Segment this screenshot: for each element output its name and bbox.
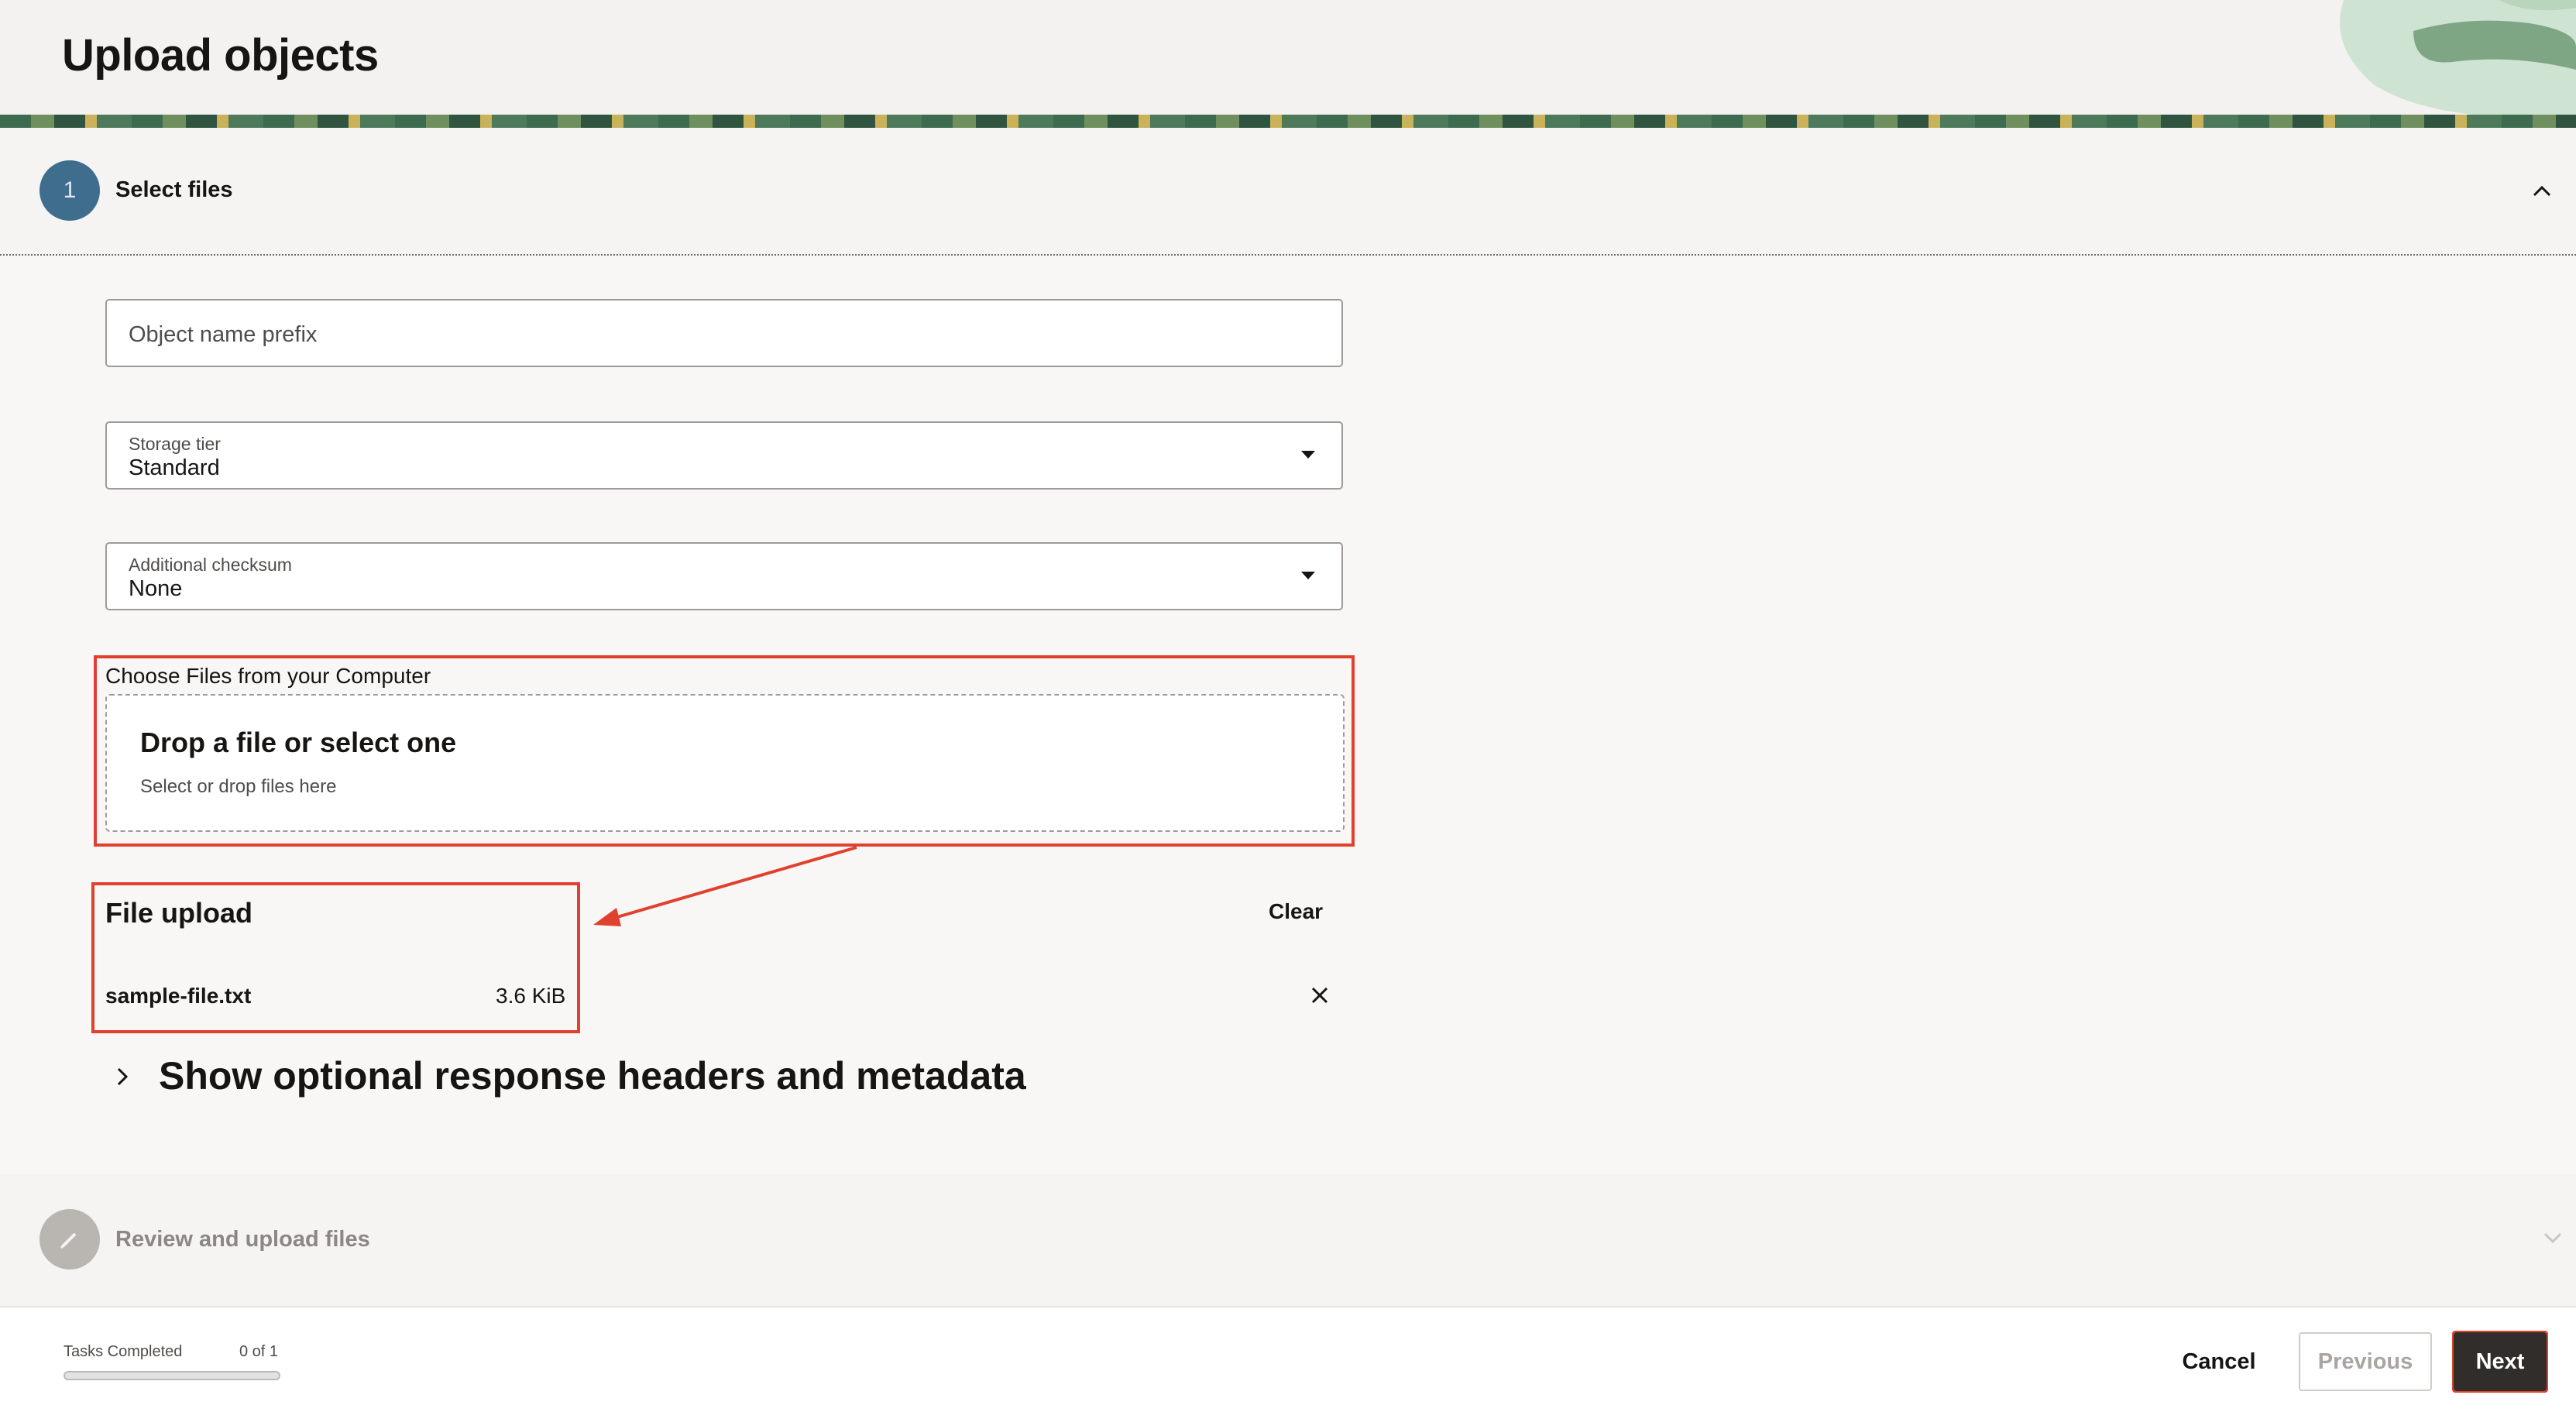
dropzone-subtitle: Select or drop files here (140, 776, 337, 797)
caret-down-icon (1301, 572, 1315, 579)
next-button[interactable]: Next (2454, 1332, 2547, 1391)
uploaded-file-size: 3.6 KiB (496, 984, 566, 1008)
file-upload-title: File upload (105, 897, 253, 929)
storage-tier-select[interactable]: Storage tier Standard (105, 421, 1343, 490)
wizard-footer: Tasks Completed 0 of 1 Cancel Previous N… (0, 1306, 2576, 1419)
header-pattern-band (0, 115, 2576, 128)
storage-tier-label: Storage tier (129, 434, 221, 454)
page-header: Upload objects (0, 0, 2576, 119)
object-name-prefix-input[interactable]: Object name prefix (105, 299, 1343, 367)
chevron-right-icon (117, 1067, 129, 1086)
choose-files-label: Choose Files from your Computer (105, 664, 431, 688)
tasks-progress-bar (64, 1371, 280, 1380)
close-icon[interactable] (1307, 982, 1333, 1008)
clear-button[interactable]: Clear (1269, 899, 1323, 924)
step-number-badge: 1 (39, 160, 100, 221)
checksum-label: Additional checksum (129, 555, 292, 575)
previous-button[interactable]: Previous (2299, 1332, 2432, 1391)
page-title: Upload objects (62, 30, 379, 81)
chevron-up-icon[interactable] (2526, 176, 2557, 207)
header-decoration-image (2340, 0, 2576, 118)
step-review-upload[interactable]: Review and upload files (0, 1174, 2576, 1306)
file-dropzone[interactable]: Drop a file or select one Select or drop… (105, 694, 1345, 832)
chevron-down-icon[interactable] (2539, 1224, 2567, 1252)
tasks-completed-label: Tasks Completed (64, 1343, 183, 1360)
optional-headers-label: Show optional response headers and metad… (159, 1054, 1026, 1098)
step-label: Select files (115, 177, 233, 202)
pencil-icon (60, 1232, 77, 1249)
step-select-files[interactable]: 1 Select files (0, 128, 2576, 256)
step-edit-badge (39, 1209, 100, 1270)
dropzone-title: Drop a file or select one (140, 727, 457, 758)
cancel-button[interactable]: Cancel (2161, 1332, 2277, 1391)
caret-down-icon (1301, 451, 1315, 459)
additional-checksum-select[interactable]: Additional checksum None (105, 542, 1343, 610)
uploaded-file-name: sample-file.txt (105, 984, 252, 1008)
storage-tier-value: Standard (129, 455, 220, 480)
step-label: Review and upload files (115, 1227, 370, 1252)
checksum-value: None (129, 576, 183, 601)
prefix-placeholder: Object name prefix (129, 322, 318, 347)
tasks-completed-count: 0 of 1 (239, 1343, 279, 1360)
